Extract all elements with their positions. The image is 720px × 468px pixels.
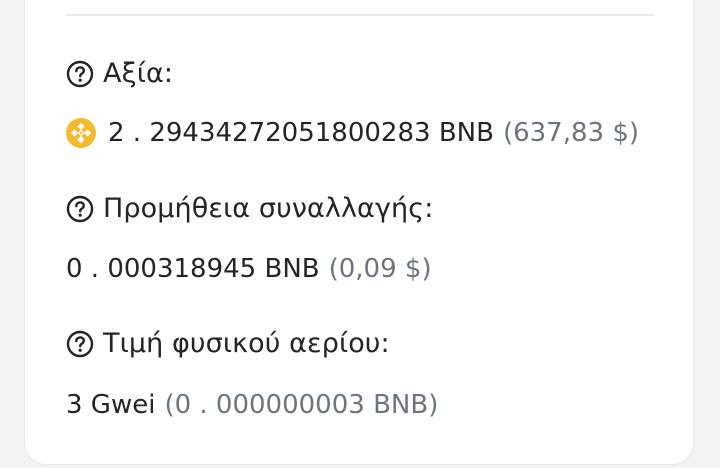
gas-price-label-row: Τιμή φυσικού αερίου: bbox=[66, 328, 390, 359]
fee-amount: 0 . 000318945 BNB bbox=[66, 254, 320, 284]
gas-price-amount: 3 Gwei bbox=[66, 390, 156, 420]
gas-price-bnb: (0 . 000000003 BNB) bbox=[164, 390, 439, 420]
value-label-row: Αξία: bbox=[66, 58, 173, 89]
value-label: Αξία: bbox=[103, 58, 174, 89]
bnb-coin-icon bbox=[66, 118, 96, 148]
value-amount: 2 . 29434272051800283 BNB bbox=[108, 118, 494, 148]
gas-price-row: 3 Gwei (0 . 000000003 BNB) bbox=[66, 390, 438, 420]
fee-row: 0 . 000318945 BNB (0,09 $) bbox=[66, 254, 432, 284]
gas-price-label: Τιμή φυσικού αερίου: bbox=[103, 328, 390, 359]
value-row: 2 . 29434272051800283 BNB (637,83 $) bbox=[66, 118, 639, 148]
question-circle-icon[interactable] bbox=[66, 60, 94, 88]
question-circle-icon[interactable] bbox=[66, 195, 94, 223]
fee-label: Προμήθεια συναλλαγής: bbox=[103, 193, 434, 224]
value-fiat: (637,83 $) bbox=[502, 118, 640, 148]
fee-fiat: (0,09 $) bbox=[328, 254, 432, 284]
divider bbox=[66, 14, 654, 16]
fee-label-row: Προμήθεια συναλλαγής: bbox=[66, 193, 433, 224]
question-circle-icon[interactable] bbox=[66, 330, 94, 358]
